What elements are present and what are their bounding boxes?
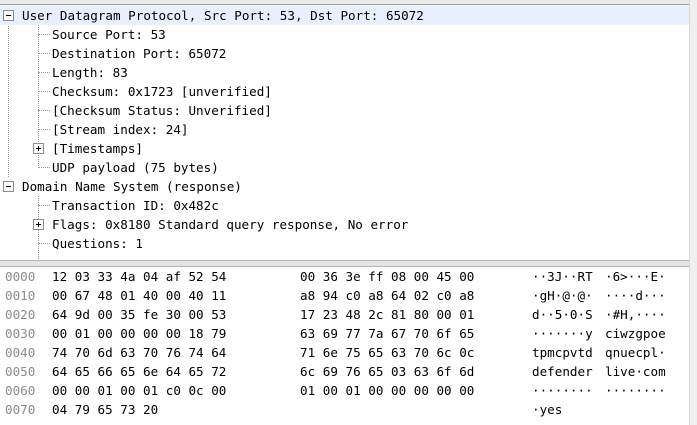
tree-item-label: Transaction ID: 0x482c [52,198,219,213]
bytes-row[interactable]: 0030 00 01 00 00 00 00 18 79 63 69 77 7a… [0,324,690,343]
tree-item-flags[interactable]: Flags: 0x8180 Standard query response, N… [0,215,690,234]
tree-item-transaction-id[interactable]: Transaction ID: 0x482c [0,196,690,215]
tree-branch-tick [38,34,50,35]
bytes-row[interactable]: 0070 04 79 65 73 20 ·yes [0,400,690,419]
pane-splitter[interactable] [0,260,697,267]
byte-offset: 0070 [5,402,36,417]
tree-item-label: UDP payload (75 bytes) [52,160,219,175]
expand-icon[interactable] [33,143,44,154]
tree-item-label: Checksum: 0x1723 [unverified] [52,84,272,99]
ascii-second-half: ····d··· [605,288,666,303]
tree-branch-tick [38,91,50,92]
hex-bytes-second-half: 01 00 01 00 00 00 00 00 [300,383,475,398]
tree-item-questions[interactable]: Questions: 1 [0,234,690,253]
hex-bytes-first-half: 04 79 65 73 20 [52,402,159,417]
hex-bytes-second-half: 63 69 77 7a 67 70 6f 65 [300,326,475,341]
byte-offset: 0010 [5,288,36,303]
ascii-first-half: d··5·0·S [532,307,593,322]
hex-bytes-second-half: 00 36 3e ff 08 00 45 00 [300,269,475,284]
bytes-row[interactable]: 0050 64 65 66 65 6e 64 65 72 6c 69 76 65… [0,362,690,381]
ascii-first-half: defender [532,364,593,379]
ascii-second-half: ·#H,···· [605,307,666,322]
tree-branch-tick [38,72,50,73]
tree-item-label: Length: 83 [52,65,128,80]
byte-offset: 0040 [5,345,36,360]
ascii-first-half: ·gH·@·@· [532,288,593,303]
tree-branch-tick [38,243,50,244]
tree-branch-tick [38,53,50,54]
hex-bytes-first-half: 64 9d 00 35 fe 30 00 53 [52,307,227,322]
tree-item-label: [Stream index: 24] [52,122,189,137]
ascii-first-half: ·······y [532,326,593,341]
collapse-icon[interactable] [3,181,14,192]
byte-offset: 0060 [5,383,36,398]
tree-item-length[interactable]: Length: 83 [0,63,690,82]
collapse-icon[interactable] [3,10,14,21]
byte-offset: 0050 [5,364,36,379]
tree-item-source-port[interactable]: Source Port: 53 [0,25,690,44]
ascii-second-half: ········ [605,383,666,398]
hex-bytes-first-half: 00 67 48 01 40 00 40 11 [52,288,227,303]
hex-bytes-first-half: 00 01 00 00 00 00 18 79 [52,326,227,341]
byte-offset: 0020 [5,307,36,322]
hex-bytes-second-half: 6c 69 76 65 03 63 6f 6d [300,364,475,379]
tree-item-label: User Datagram Protocol, Src Port: 53, Ds… [22,8,424,23]
packet-bytes-pane[interactable]: 0000 12 03 33 4a 04 af 52 54 00 36 3e ff… [0,267,690,425]
hex-bytes-first-half: 00 00 01 00 01 c0 0c 00 [52,383,227,398]
tree-item-udp[interactable]: User Datagram Protocol, Src Port: 53, Ds… [0,6,690,25]
bytes-row[interactable]: 0000 12 03 33 4a 04 af 52 54 00 36 3e ff… [0,267,690,286]
tree-item-label: Destination Port: 65072 [52,46,227,61]
tree-branch-tick [38,110,50,111]
hex-bytes-first-half: 64 65 66 65 6e 64 65 72 [52,364,227,379]
tree-item-label: Questions: 1 [52,236,143,251]
packet-details-tree[interactable]: User Datagram Protocol, Src Port: 53, Ds… [0,6,690,259]
tree-item-label: [Timestamps] [52,141,143,156]
tree-item-label: Source Port: 53 [52,27,166,42]
hex-bytes-second-half: 17 23 48 2c 81 80 00 01 [300,307,475,322]
ascii-second-half: live·com [605,364,666,379]
ascii-first-half: ··3J··RT [532,269,593,284]
tree-item-udp-payload[interactable]: UDP payload (75 bytes) [0,158,690,177]
tree-item-stream-index[interactable]: [Stream index: 24] [0,120,690,139]
tree-item-label: [Checksum Status: Unverified] [52,103,272,118]
ascii-second-half: ciwzgpoe [605,326,666,341]
tree-item-timestamps[interactable]: [Timestamps] [0,139,690,158]
hex-bytes-first-half: 74 70 6d 63 70 76 74 64 [52,345,227,360]
ascii-second-half: qnuecpl· [605,345,666,360]
vertical-scrollbar[interactable] [689,0,697,425]
packet-viewer-window: User Datagram Protocol, Src Port: 53, Ds… [0,0,697,425]
bytes-row[interactable]: 0010 00 67 48 01 40 00 40 11 a8 94 c0 a8… [0,286,690,305]
bytes-row[interactable]: 0060 00 00 01 00 01 c0 0c 00 01 00 01 00… [0,381,690,400]
ascii-first-half: ········ [532,383,593,398]
bytes-row[interactable]: 0020 64 9d 00 35 fe 30 00 53 17 23 48 2c… [0,305,690,324]
expand-icon[interactable] [33,219,44,230]
hex-bytes-first-half: 12 03 33 4a 04 af 52 54 [52,269,227,284]
hex-bytes-second-half: a8 94 c0 a8 64 02 c0 a8 [300,288,475,303]
bytes-row[interactable]: 0040 74 70 6d 63 70 76 74 64 71 6e 75 65… [0,343,690,362]
tree-branch-tick [38,129,50,130]
ascii-second-half: ·6>···E· [605,269,666,284]
pane-top-border [0,0,697,5]
tree-item-destination-port[interactable]: Destination Port: 65072 [0,44,690,63]
byte-offset: 0000 [5,269,36,284]
byte-offset: 0030 [5,326,36,341]
tree-branch-tick [38,205,50,206]
tree-item-checksum[interactable]: Checksum: 0x1723 [unverified] [0,82,690,101]
ascii-first-half: tpmcpvtd [532,345,593,360]
tree-item-dns[interactable]: Domain Name System (response) [0,177,690,196]
ascii-first-half: ·yes [532,402,563,417]
tree-item-checksum-status[interactable]: [Checksum Status: Unverified] [0,101,690,120]
hex-bytes-second-half: 71 6e 75 65 63 70 6c 0c [300,345,475,360]
tree-branch-tick [38,167,50,168]
tree-item-label: Domain Name System (response) [22,179,242,194]
tree-item-label: Flags: 0x8180 Standard query response, N… [52,217,409,232]
